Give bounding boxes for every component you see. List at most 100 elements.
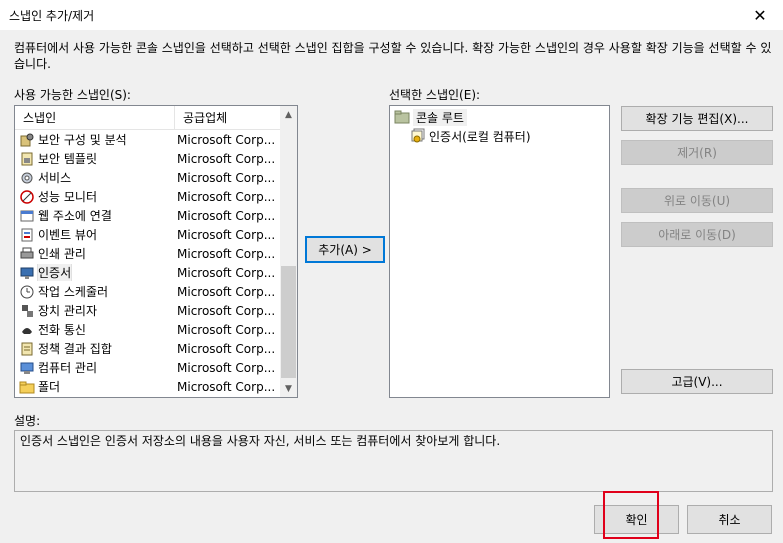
snapin-name-cell: 보안 구성 및 분석 <box>15 131 175 148</box>
intro-text: 컴퓨터에서 사용 가능한 콘솔 스냅인을 선택하고 선택한 스냅인 집합을 구성… <box>14 41 772 71</box>
window-title: 스냅인 추가/제거 <box>9 9 95 23</box>
snapin-name: 인증서 <box>36 264 73 281</box>
list-item[interactable]: 성능 모니터 Microsoft Corp... <box>15 187 281 206</box>
snapin-name: 보안 템플릿 <box>38 152 98 166</box>
snapin-name: 이벤트 뷰어 <box>38 228 98 242</box>
list-item[interactable]: 전화 통신 Microsoft Corp... <box>15 320 281 339</box>
snapin-name-cell: 정책 결과 집합 <box>15 340 175 357</box>
list-item[interactable]: 정책 결과 집합 Microsoft Corp... <box>15 339 281 358</box>
snapin-vendor: Microsoft Corp... <box>177 360 276 375</box>
snapin-name: 웹 주소에 연결 <box>38 209 112 223</box>
list-item[interactable]: 보안 템플릿 Microsoft Corp... <box>15 149 281 168</box>
selected-snapins-label: 선택한 스냅인(E): <box>389 88 481 102</box>
tree-root-label: 콘솔 루트 <box>413 108 467 126</box>
tree-child-label: 인증서(로컬 컴퓨터) <box>429 129 531 144</box>
list-item[interactable]: 보안 구성 및 분석 Microsoft Corp... <box>15 130 281 149</box>
close-icon: ✕ <box>753 5 767 25</box>
move-down-button[interactable]: 아래로 이동(D) <box>621 222 773 247</box>
certificates-icon <box>19 265 35 281</box>
vertical-scrollbar[interactable]: ▲ ▼ <box>280 106 297 397</box>
snapin-vendor: Microsoft Corp... <box>177 151 276 166</box>
snapin-name: 컴퓨터 관리 <box>38 361 98 375</box>
list-header: 스냅인 공급업체 <box>15 106 281 130</box>
snapin-name: 서비스 <box>38 171 72 185</box>
list-item[interactable]: 서비스 Microsoft Corp... <box>15 168 281 187</box>
snapin-vendor: Microsoft Corp... <box>177 379 276 394</box>
list-item[interactable]: 인증서 Microsoft Corp... <box>15 263 281 282</box>
snapin-name-cell: 작업 스케줄러 <box>15 283 175 300</box>
policy-result-icon <box>19 341 35 357</box>
console-root-folder-icon <box>394 109 410 125</box>
cancel-button[interactable]: 취소 <box>687 505 772 534</box>
performance-monitor-icon <box>19 189 35 205</box>
snapin-vendor: Microsoft Corp... <box>177 246 276 261</box>
available-snapins-label: 사용 가능한 스냅인(S): <box>14 88 131 102</box>
list-item[interactable]: 폴더 Microsoft Corp... <box>15 377 281 396</box>
add-button[interactable]: 추가(A) > <box>305 236 385 263</box>
certificates-icon <box>410 128 426 144</box>
title-bar: 스냅인 추가/제거 ✕ <box>0 0 783 30</box>
snapin-name-cell: 인쇄 관리 <box>15 245 175 262</box>
list-item[interactable]: 웹 주소에 연결 Microsoft Corp... <box>15 206 281 225</box>
tree-root-item[interactable]: 콘솔 루트 <box>394 108 467 126</box>
tree-child-item[interactable]: 인증서(로컬 컴퓨터) <box>410 127 531 145</box>
snapin-vendor: Microsoft Corp... <box>177 341 276 356</box>
snapin-name: 장치 관리자 <box>38 304 98 318</box>
snapin-vendor: Microsoft Corp... <box>177 132 276 147</box>
list-item[interactable]: 장치 관리자 Microsoft Corp... <box>15 301 281 320</box>
snapin-name-cell: 성능 모니터 <box>15 188 175 205</box>
web-link-icon <box>19 208 35 224</box>
print-management-icon <box>19 246 35 262</box>
scroll-up-icon[interactable]: ▲ <box>280 106 297 123</box>
task-scheduler-clock-icon <box>19 284 35 300</box>
telephony-icon <box>19 322 35 338</box>
advanced-button[interactable]: 고급(V)... <box>621 369 773 394</box>
edit-extensions-button[interactable]: 확장 기능 편집(X)... <box>621 106 773 131</box>
snapin-name-cell: 전화 통신 <box>15 321 175 338</box>
snapin-vendor: Microsoft Corp... <box>177 322 276 337</box>
event-viewer-icon <box>19 227 35 243</box>
available-rows: 보안 구성 및 분석 Microsoft Corp... 보안 템플릿 Microso… <box>15 130 281 396</box>
move-up-button[interactable]: 위로 이동(U) <box>621 188 773 213</box>
snapin-vendor: Microsoft Corp... <box>177 284 276 299</box>
snapin-vendor: Microsoft Corp... <box>177 265 276 280</box>
selected-snapins-tree[interactable]: 콘솔 루트 인증서(로컬 컴퓨터) <box>389 105 610 398</box>
snapin-name: 보안 구성 및 분석 <box>38 133 127 147</box>
list-item[interactable]: 이벤트 뷰어 Microsoft Corp... <box>15 225 281 244</box>
snapin-vendor: Microsoft Corp... <box>177 208 276 223</box>
device-manager-icon <box>19 303 35 319</box>
remove-button[interactable]: 제거(R) <box>621 140 773 165</box>
snapin-name: 인쇄 관리 <box>38 247 86 261</box>
snapin-name-cell: 장치 관리자 <box>15 302 175 319</box>
list-item[interactable]: 작업 스케줄러 Microsoft Corp... <box>15 282 281 301</box>
snapin-name: 작업 스케줄러 <box>38 285 109 299</box>
folder-icon <box>19 379 35 395</box>
snapin-name-cell: 컴퓨터 관리 <box>15 359 175 376</box>
ok-highlight-box <box>603 491 659 539</box>
column-header-vendor[interactable]: 공급업체 <box>175 106 281 130</box>
snapin-name-cell: 웹 주소에 연결 <box>15 207 175 224</box>
snapin-name: 폴더 <box>38 380 61 394</box>
snapin-name-cell: 보안 템플릿 <box>15 150 175 167</box>
scrollbar-thumb[interactable] <box>281 266 296 378</box>
snapin-name: 정책 결과 집합 <box>38 342 112 356</box>
list-item[interactable]: 인쇄 관리 Microsoft Corp... <box>15 244 281 263</box>
snapin-name: 성능 모니터 <box>38 190 98 204</box>
list-item[interactable]: 컴퓨터 관리 Microsoft Corp... <box>15 358 281 377</box>
description-label: 설명: <box>14 414 41 428</box>
snapin-vendor: Microsoft Corp... <box>177 303 276 318</box>
available-snapins-list[interactable]: 스냅인 공급업체 보안 구성 및 분석 Microsoft Corp... 보안 템… <box>14 105 298 398</box>
scroll-down-icon[interactable]: ▼ <box>280 380 297 397</box>
close-button[interactable]: ✕ <box>737 0 783 30</box>
computer-management-icon <box>19 360 35 376</box>
snapin-vendor: Microsoft Corp... <box>177 170 276 185</box>
snapin-name-cell: 서비스 <box>15 169 175 186</box>
snapin-name-cell: 이벤트 뷰어 <box>15 226 175 243</box>
snapin-name-cell: 폴더 <box>15 378 175 395</box>
snapin-vendor: Microsoft Corp... <box>177 227 276 242</box>
security-template-icon <box>19 151 35 167</box>
description-box: 인증서 스냅인은 인증서 저장소의 내용을 사용자 자신, 서비스 또는 컴퓨터… <box>14 430 773 492</box>
column-header-snapin[interactable]: 스냅인 <box>15 106 175 130</box>
snapin-vendor: Microsoft Corp... <box>177 189 276 204</box>
snapin-name: 전화 통신 <box>38 323 86 337</box>
